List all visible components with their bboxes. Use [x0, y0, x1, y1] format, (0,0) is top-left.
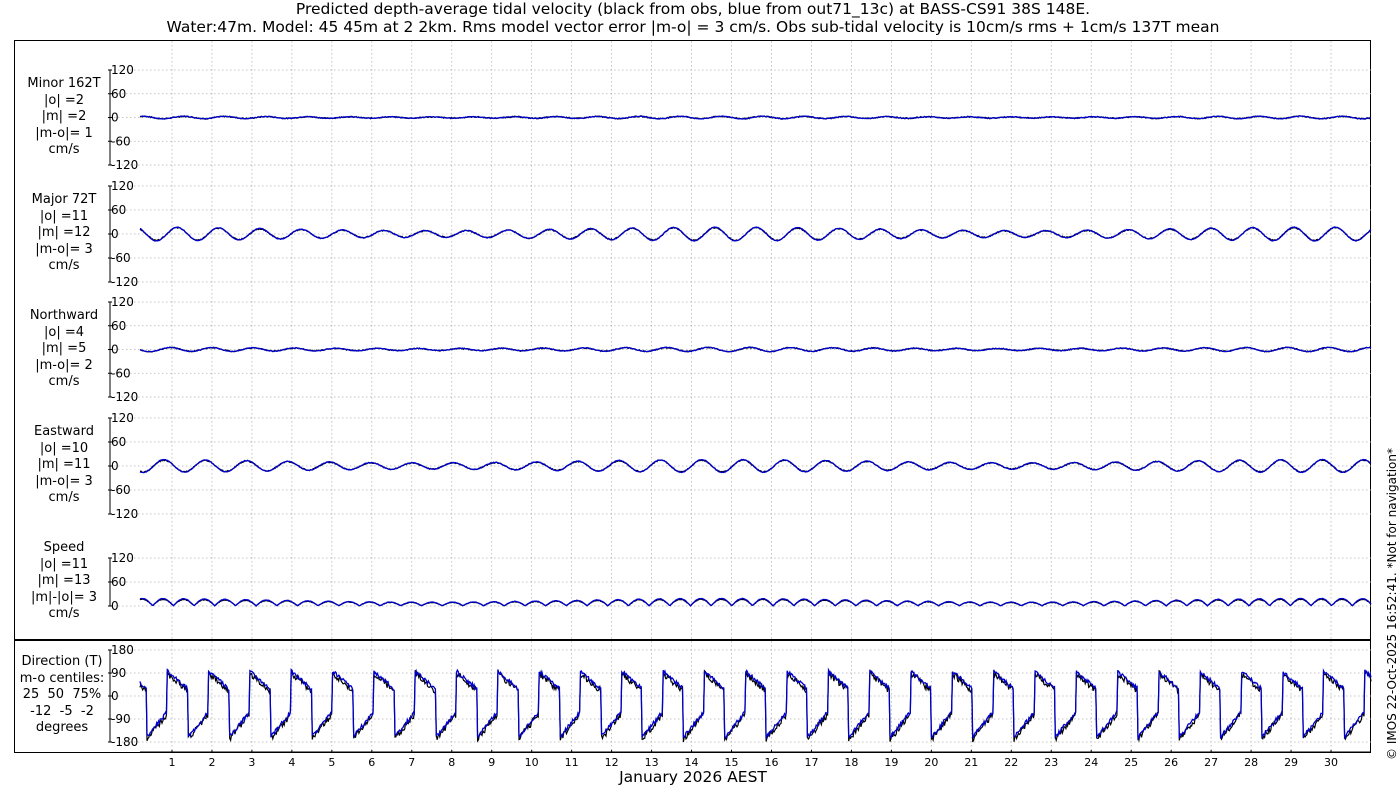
minor-y-tick-label: 120	[111, 63, 134, 77]
upper-frame	[14, 40, 1371, 640]
minor-label-line: |o| =2	[43, 92, 84, 108]
northward-label-line: |m-o|= 2	[35, 357, 93, 373]
direction-label-line: 25 50 75%	[22, 687, 102, 702]
major-label-line: cm/s	[48, 258, 80, 273]
direction-label-line: m-o centiles:	[19, 670, 105, 686]
minor-label-line: |m-o|= 1	[35, 125, 93, 141]
minor-y-tick-label: -120	[111, 158, 138, 172]
major-y-tick-label: 120	[111, 179, 134, 193]
lower-frame	[14, 640, 1371, 753]
northward-panel-label: Northward |o| =4 |m| =5 |m-o|= 2 cm/s	[8, 308, 120, 391]
minor-label-line: cm/s	[48, 142, 80, 157]
x-axis-label: January 2026 AEST	[619, 768, 767, 786]
northward-label-line: |m| =5	[41, 341, 87, 356]
speed-label-line: |m| =13	[37, 573, 91, 588]
direction-model-series	[139, 667, 1372, 741]
northward-label-line: cm/s	[48, 374, 80, 389]
speed-panel-label: Speed |o| =11 |m| =13 |m|-|o|= 3 cm/s	[8, 540, 120, 623]
speed-label-line: Speed	[43, 540, 85, 555]
copyright-notice: © IMOS 22-Oct-2025 16:52:41. *Not for na…	[1385, 448, 1399, 760]
direction-label-line: degrees	[35, 720, 89, 735]
eastward-panel-label: Eastward |o| =10 |m| =11 |m-o|= 3 cm/s	[8, 424, 120, 507]
minor-panel-label: Minor 162T |o| =2 |m| =2 |m-o|= 1 cm/s	[8, 76, 120, 159]
major-y-tick-label: -120	[111, 275, 138, 289]
northward-label-line: |o| =4	[43, 324, 84, 340]
northward-y-tick-label: 120	[111, 295, 134, 309]
minor-label-line: Minor 162T	[27, 76, 101, 91]
minor-label-line: |m| =2	[41, 109, 87, 124]
major-label-line: |o| =11	[39, 208, 89, 224]
major-panel-label: Major 72T |o| =11 |m| =12 |m-o|= 3 cm/s	[8, 192, 120, 275]
direction-label-line: -12 -5 -2	[30, 703, 94, 719]
eastward-label-line: |m| =11	[37, 457, 91, 472]
eastward-label-line: |o| =10	[39, 440, 89, 456]
eastward-y-tick-label: -120	[111, 507, 138, 521]
direction-y-tick-label: -180	[111, 735, 138, 749]
speed-label-line: |m|-|o|= 3	[30, 589, 98, 605]
eastward-label-line: |m-o|= 3	[35, 473, 93, 489]
major-label-line: |m-o|= 3	[35, 241, 93, 257]
northward-label-line: Northward	[29, 308, 99, 323]
major-label-line: Major 72T	[31, 192, 97, 207]
direction-label-line: Direction (T)	[21, 654, 103, 669]
northward-y-tick-label: -120	[111, 390, 138, 404]
major-label-line: |m| =12	[37, 225, 91, 240]
eastward-label-line: cm/s	[48, 490, 80, 505]
speed-label-line: cm/s	[48, 606, 80, 621]
tidal-velocity-chart: 1 2 3 4 5 6 7 8 9 10 11 12 13 14 15 16 17 18 19 20 21 22 23 24 2…	[14, 40, 1372, 769]
speed-label-line: |o| =11	[39, 556, 89, 572]
eastward-label-line: Eastward	[33, 424, 95, 439]
speed-model-series	[139, 597, 1372, 607]
eastward-y-tick-label: 120	[111, 411, 134, 425]
direction-panel-label: Direction (T) m-o centiles: 25 50 75% -12 -…	[6, 654, 118, 737]
minor-model-series	[139, 115, 1372, 120]
